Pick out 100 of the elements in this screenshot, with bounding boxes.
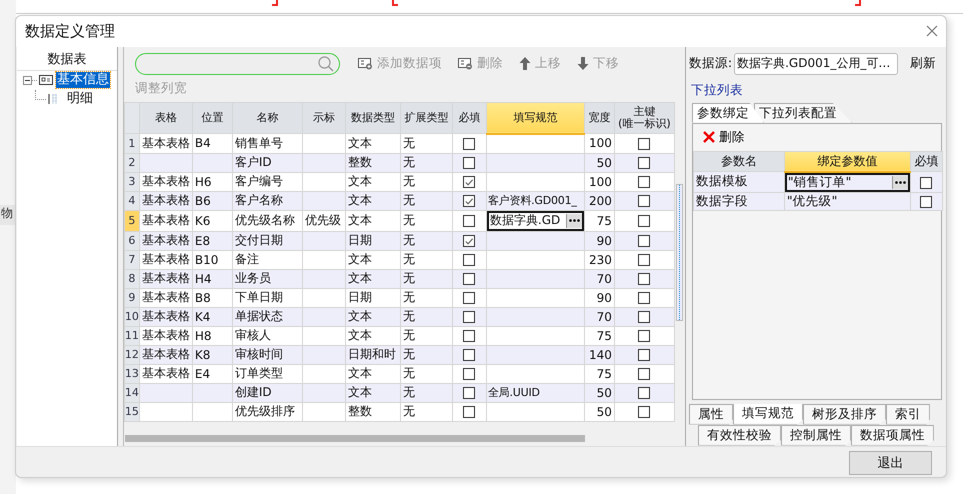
checkbox[interactable] (638, 176, 650, 188)
checkbox[interactable] (463, 292, 476, 304)
checkbox[interactable] (638, 254, 650, 266)
row-number[interactable]: 14 (124, 383, 140, 402)
row-number[interactable]: 1 (124, 134, 140, 153)
checkbox[interactable] (638, 157, 650, 170)
window-title: 数据定义管理 (25, 22, 115, 41)
column-header[interactable]: 示标 (302, 102, 346, 134)
ellipsis-button[interactable] (892, 176, 908, 188)
column-header[interactable]: 主键 (唯一标识) (614, 102, 674, 134)
row-number[interactable]: 8 (124, 269, 140, 288)
tab[interactable]: 索引 (886, 404, 930, 424)
column-header[interactable]: 填写规范 (486, 102, 584, 134)
source-field[interactable]: 数据字典.GD001_公用_可… (734, 52, 898, 74)
table-cell: 整数 (345, 402, 400, 421)
dropdown-list-link[interactable]: 下拉列表 (690, 82, 946, 98)
checkbox[interactable] (463, 311, 476, 324)
value-input-field[interactable]: "销售订单" (785, 172, 910, 192)
close-icon[interactable] (926, 25, 938, 38)
checkbox[interactable] (463, 215, 476, 228)
tab[interactable]: 有效性校验 (698, 424, 781, 446)
column-header[interactable]: 宽度 (584, 102, 614, 134)
search-field[interactable] (134, 52, 340, 74)
row-number[interactable]: 5 (124, 210, 140, 231)
tab[interactable]: 属性 (688, 404, 733, 424)
vertical-scrollbar[interactable] (676, 184, 683, 320)
checkbox[interactable] (638, 406, 650, 418)
checkbox[interactable] (638, 330, 650, 342)
checkbox[interactable] (638, 195, 650, 208)
checkbox[interactable] (463, 176, 476, 188)
row-number[interactable]: 4 (124, 191, 140, 210)
column-header[interactable]: 名称 (232, 102, 302, 134)
column-header[interactable]: 参数名 (693, 151, 784, 172)
checkbox[interactable] (463, 157, 476, 170)
table-cell: 75 (584, 210, 614, 231)
horizontal-scrollbar[interactable] (124, 434, 585, 442)
table-cell: 客户资料.GD001_ (486, 191, 584, 210)
checkbox[interactable] (463, 138, 476, 150)
table-cell: 下单日期 (232, 288, 302, 307)
checkbox[interactable] (638, 349, 650, 362)
column-header[interactable]: 绑定参数值 (784, 151, 910, 172)
checkbox[interactable] (638, 215, 650, 228)
checkbox[interactable] (920, 196, 932, 208)
row-number[interactable]: 6 (124, 231, 140, 250)
row-number[interactable]: 7 (124, 250, 140, 269)
ellipsis-button[interactable] (566, 214, 582, 228)
exit-button[interactable]: 退出 (849, 450, 932, 475)
checkbox[interactable] (463, 406, 476, 418)
checkbox[interactable] (463, 368, 476, 380)
column-header[interactable]: 位置 (192, 102, 232, 134)
column-header[interactable]: 数据类型 (345, 102, 400, 134)
tab[interactable]: 下拉列表配置 (754, 102, 852, 122)
table-cell: E4 (192, 364, 232, 383)
column-header[interactable]: 表格 (139, 102, 192, 134)
checkbox[interactable] (920, 176, 932, 189)
checkbox[interactable] (463, 349, 476, 362)
tab[interactable]: 控制属性 (780, 424, 851, 446)
table-cell: 文本 (345, 134, 400, 153)
checkbox[interactable] (638, 273, 650, 286)
table-cell: E8 (192, 231, 232, 250)
table-cell: 无 (400, 172, 452, 191)
row-number[interactable]: 15 (124, 402, 140, 421)
checkbox[interactable] (463, 235, 476, 248)
checkbox[interactable] (463, 273, 476, 286)
delete-button[interactable]: 删除 (692, 126, 755, 148)
row-number[interactable]: 10 (124, 307, 140, 326)
checkbox[interactable] (638, 368, 650, 380)
tab[interactable]: 数据项属性 (850, 424, 934, 446)
column-header[interactable]: 必填 (452, 102, 486, 134)
row-number[interactable]: 9 (124, 288, 140, 307)
tab[interactable]: 树形及排序 (802, 404, 886, 424)
table-cell: 日期 (345, 288, 400, 307)
column-header[interactable]: 必填 (910, 151, 942, 172)
row-number[interactable]: 12 (124, 345, 140, 364)
table-cell: 100 (584, 172, 614, 191)
tab[interactable]: 参数绑定 (692, 102, 764, 122)
checkbox[interactable] (638, 138, 650, 150)
row-number[interactable]: 13 (124, 364, 140, 383)
checkbox[interactable] (638, 387, 650, 400)
checkbox[interactable] (463, 387, 476, 400)
refresh-button[interactable]: 刷新 (910, 55, 936, 72)
row-number[interactable]: 2 (124, 153, 140, 172)
tree-item[interactable]: 基本信息 (56, 72, 110, 88)
checkbox[interactable] (463, 330, 476, 342)
tree-item[interactable]: 明细 (66, 91, 94, 107)
table-cell: H4 (192, 269, 232, 288)
table-cell: 审核时间 (232, 345, 302, 364)
checkbox[interactable] (463, 254, 476, 266)
tab[interactable]: 填写规范 (732, 404, 803, 424)
collapse-icon[interactable] (23, 76, 32, 84)
row-number[interactable]: 11 (124, 326, 140, 345)
row-number[interactable]: 3 (124, 172, 140, 191)
table-cell: H8 (192, 326, 232, 345)
checkbox[interactable] (638, 292, 650, 304)
checkbox[interactable] (463, 195, 476, 208)
table-cell: 客户名称 (232, 191, 302, 210)
column-header[interactable]: 扩展类型 (400, 102, 452, 134)
rule-input-field[interactable]: 数据字典.GD (487, 211, 584, 230)
checkbox[interactable] (638, 311, 650, 324)
checkbox[interactable] (638, 235, 650, 248)
